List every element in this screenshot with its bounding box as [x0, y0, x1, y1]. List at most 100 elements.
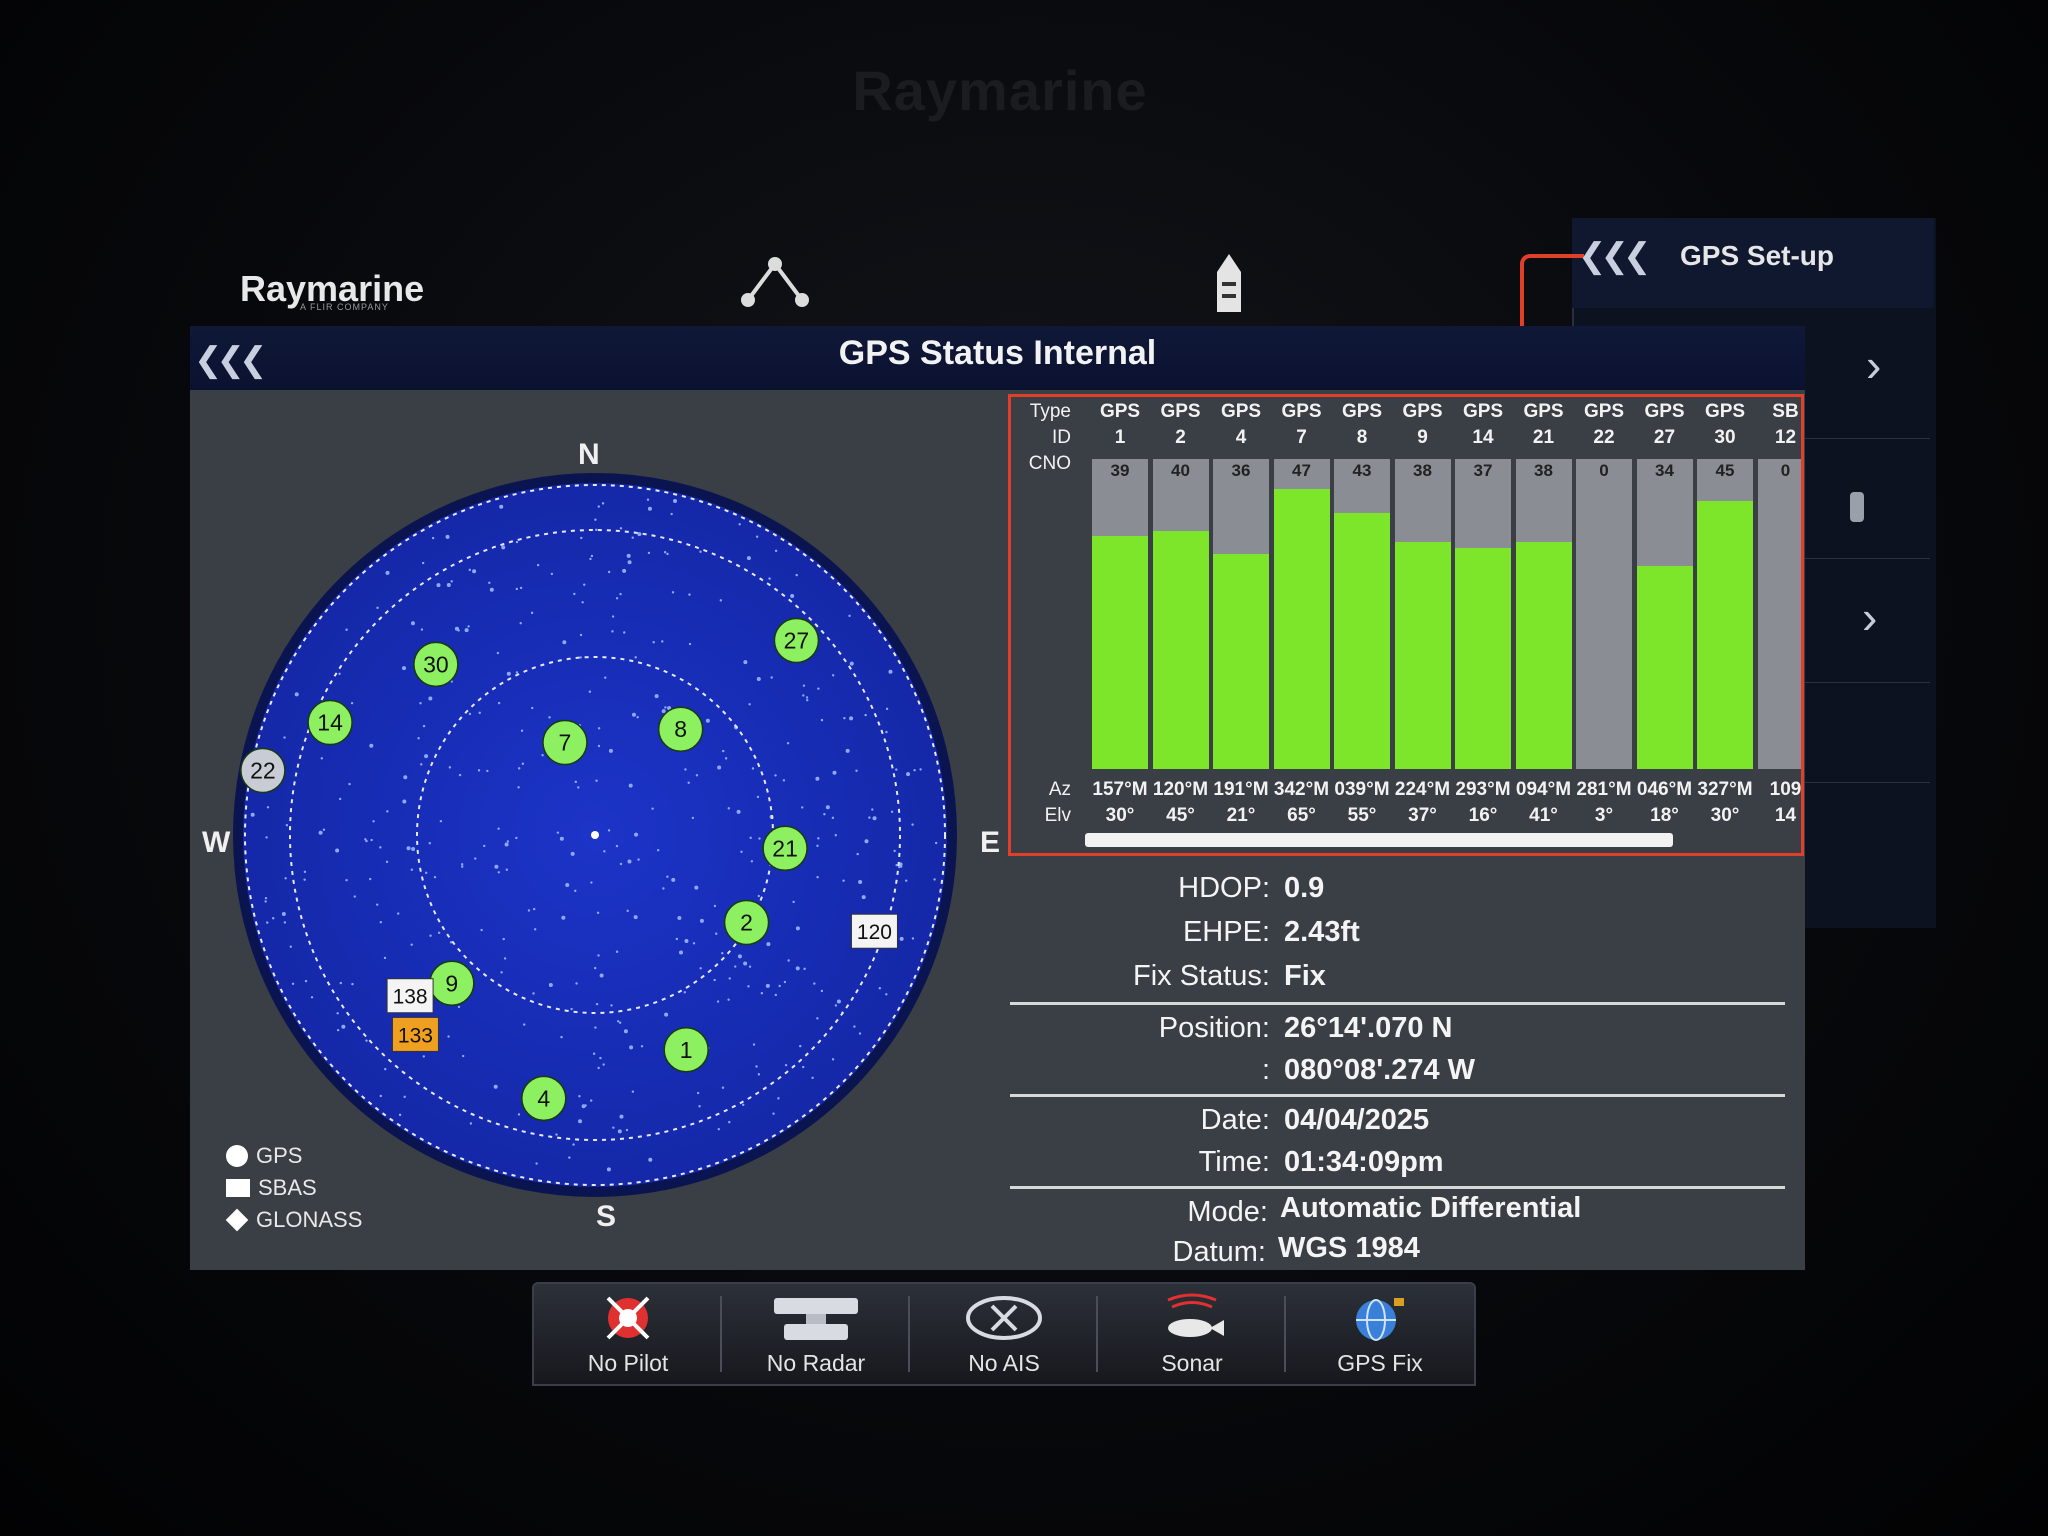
sky-dot [581, 1104, 586, 1109]
setup-back-icon[interactable]: ❮❮❮ [1578, 236, 1652, 276]
sky-dot [631, 712, 636, 717]
row-label-type: Type [1029, 401, 1071, 422]
sat-type: GPS [1402, 401, 1443, 422]
table-scrollbar[interactable] [1085, 833, 1673, 847]
sky-dot [832, 770, 837, 775]
sky-dot [615, 597, 619, 600]
sky-dot [783, 980, 787, 984]
sky-dot [597, 954, 600, 957]
sky-dot [397, 912, 400, 915]
hdop-label: HDOP: [1178, 872, 1270, 904]
sky-dot [577, 786, 580, 789]
dock-no-radar[interactable]: No Radar [722, 1284, 910, 1384]
setup-row-divider [1790, 558, 1930, 559]
sky-dot [560, 1035, 563, 1039]
sky-dot [895, 768, 898, 771]
sat-azimuth: 157°M [1092, 779, 1148, 800]
signal-bar-fill [1273, 489, 1330, 769]
setup-row-divider [1790, 782, 1930, 783]
time-label: Time: [1198, 1146, 1270, 1178]
sky-dot [590, 1099, 593, 1102]
sky-dot [795, 966, 800, 971]
sky-dot [617, 1129, 622, 1134]
satellite-id: 9 [445, 970, 458, 996]
sky-dot [755, 1065, 758, 1068]
sky-dot [768, 577, 771, 580]
sky-dot [802, 694, 805, 697]
sat-id: 7 [1296, 427, 1307, 448]
sat-elevation: 30° [1105, 805, 1135, 826]
sat-elevation: 45° [1166, 805, 1195, 826]
fix-status-label: Fix Status: [1133, 960, 1270, 992]
sky-dot [607, 829, 611, 832]
sky-dot [728, 1120, 731, 1124]
sky-dot [493, 1084, 498, 1089]
sky-dot [556, 831, 560, 834]
sky-dot [303, 878, 306, 881]
sky-dot [715, 932, 718, 935]
sky-dot [486, 769, 489, 773]
dock-gps-fix[interactable]: GPS Fix [1286, 1284, 1474, 1384]
dock-no-pilot[interactable]: No Pilot [534, 1284, 722, 1384]
sky-dot [636, 716, 639, 719]
sky-dot [746, 556, 751, 561]
cno-value: 40 [1171, 461, 1190, 480]
sky-dot [376, 606, 379, 610]
waypoint-route-icon[interactable] [738, 254, 812, 310]
sky-dot [335, 848, 340, 853]
sky-dot [713, 904, 717, 908]
sky-dot [597, 1066, 600, 1070]
boat-icon[interactable] [1214, 252, 1244, 316]
sky-dot [905, 879, 908, 882]
sky-dot [535, 1162, 538, 1165]
sky-dot [589, 557, 592, 561]
info-divider [1010, 1002, 1785, 1005]
sky-dot [372, 820, 375, 823]
satellite-id: 30 [423, 651, 449, 677]
setup-chevron-right-icon[interactable]: › [1866, 338, 1881, 392]
info-divider [1010, 1186, 1785, 1189]
sat-id: 9 [1417, 427, 1428, 448]
sky-dot [437, 931, 441, 934]
sky-dot [384, 1067, 387, 1071]
sky-dot [581, 601, 584, 604]
sky-dot [376, 903, 379, 906]
sky-dot [795, 573, 798, 577]
sky-dot [461, 865, 464, 868]
sky-dot [656, 849, 660, 852]
longitude-value: 080°08'.274 W [1284, 1054, 1476, 1086]
sky-dot [461, 1054, 465, 1058]
sky-dot [379, 921, 382, 924]
sky-dot [419, 701, 422, 705]
signal-bar-fill [1092, 536, 1148, 769]
sky-dot [568, 1156, 571, 1159]
dock-sonar[interactable]: Sonar [1098, 1284, 1286, 1384]
sat-azimuth: 094°M [1515, 779, 1572, 800]
setup-chevron-right-icon[interactable]: › [1862, 590, 1877, 644]
sky-dot [515, 587, 519, 591]
sat-id: 4 [1235, 427, 1247, 448]
sat-elevation: 30° [1710, 805, 1740, 826]
sky-dot [802, 1065, 805, 1069]
dock-no-ais[interactable]: No AIS [910, 1284, 1098, 1384]
sky-dot [433, 875, 437, 879]
sky-dot [610, 1004, 613, 1007]
setup-row-divider [1790, 438, 1930, 439]
setup-toggle-knob[interactable] [1850, 492, 1864, 522]
cno-value: 47 [1292, 461, 1311, 480]
sky-dot [694, 885, 699, 890]
sky-dot [398, 1113, 402, 1117]
sky-dot [523, 1023, 526, 1026]
sky-dot [429, 934, 432, 937]
sky-dot [533, 928, 537, 931]
sat-id: 14 [1472, 427, 1494, 448]
sky-dot [742, 1103, 745, 1106]
sky-dot [604, 676, 607, 679]
signal-strength-table[interactable]: Type ID CNO Az Elv GPS 1 39 157°M 30° GPS 2 40 1… [1008, 394, 1804, 856]
sky-dot [464, 628, 469, 633]
sky-dot [590, 554, 594, 558]
sky-dot [640, 1045, 644, 1048]
sky-dot [431, 536, 435, 540]
sky-dot [911, 937, 915, 940]
sky-dot [664, 706, 667, 709]
